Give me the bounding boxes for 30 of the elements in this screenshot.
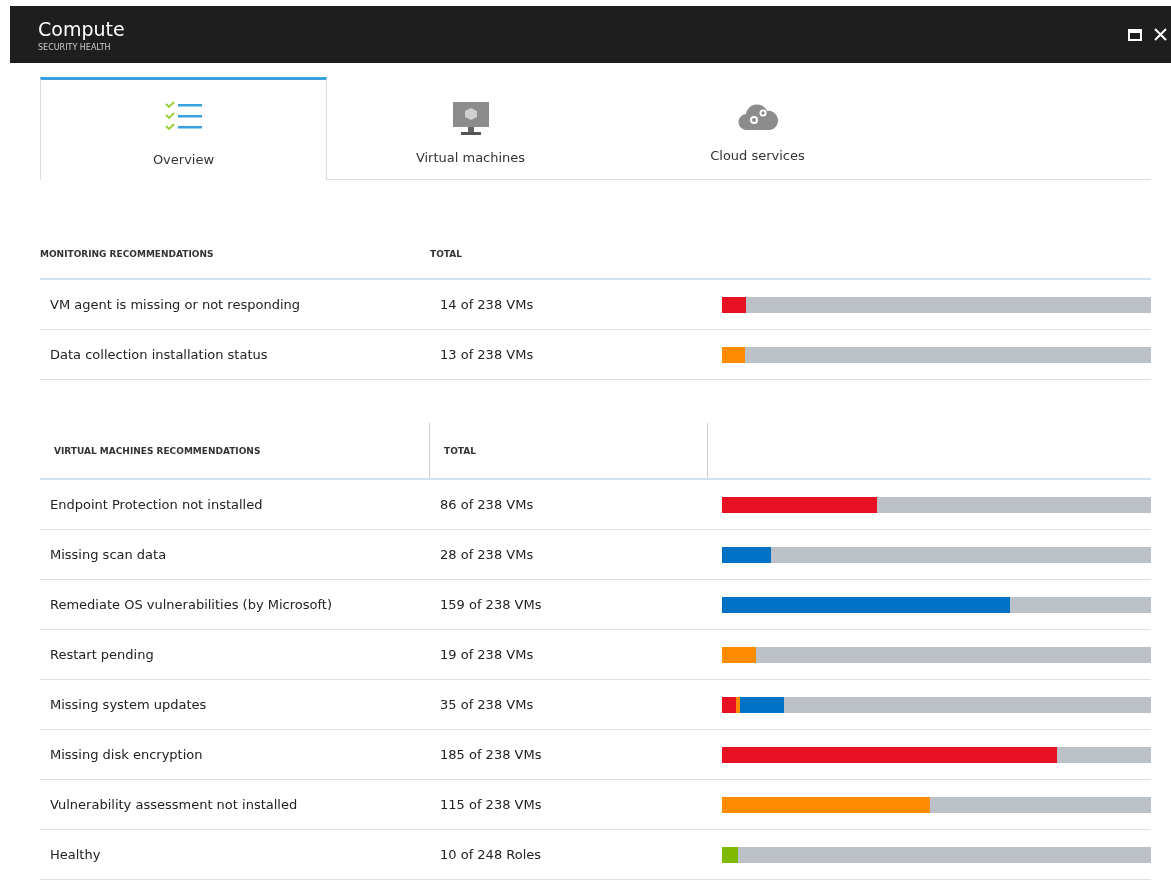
column-header: TOTAL [430,423,708,478]
recommendation-name: Data collection installation status [49,347,269,362]
column-header: MONITORING RECOMMENDATIONS [40,248,215,261]
total-cell-text: 28 of 238 VMs [439,547,535,562]
total-cell-text: 13 of 238 VMs [439,347,535,362]
recommendation-name: VM agent is missing or not responding [49,297,301,312]
recommendation-name: Missing scan data [49,547,168,562]
total-cell-text: 35 of 238 VMs [439,697,535,712]
window-title: Compute [38,17,125,40]
recommendation-name: Remediate OS vulnerabilities (by Microsoft) [49,597,333,612]
tab[interactable]: Overview [40,77,327,180]
total-cell-text: 14 of 238 VMs [439,297,535,312]
recommendation-name: Endpoint Protection not installed [49,497,264,512]
total-cell-text: 86 of 238 VMs [439,497,535,512]
recommendation-name: Missing system updates [49,697,208,712]
window-subtitle: SECURITY HEALTH [38,42,112,52]
recommendation-name: Missing disk encryption [49,747,204,762]
total-cell-text: 19 of 238 VMs [439,647,535,662]
total-cell-text: 115 of 238 VMs [439,797,543,812]
total-cell-text: 185 of 238 VMs [439,747,543,762]
recommendation-name: Healthy [49,847,102,862]
total-cell-text: 10 of 248 Roles [439,847,543,862]
column-header: TOTAL [430,248,463,261]
recommendation-name: Vulnerability assessment not installed [49,797,299,812]
recommendation-name: Restart pending [49,647,155,662]
column-header: VIRTUAL MACHINES RECOMMENDATIONS [40,423,430,478]
maximize-button[interactable] [1128,28,1142,41]
monitor-icon [450,100,491,137]
total-cell-text: 159 of 238 VMs [439,597,543,612]
close-button[interactable] [1154,28,1167,42]
